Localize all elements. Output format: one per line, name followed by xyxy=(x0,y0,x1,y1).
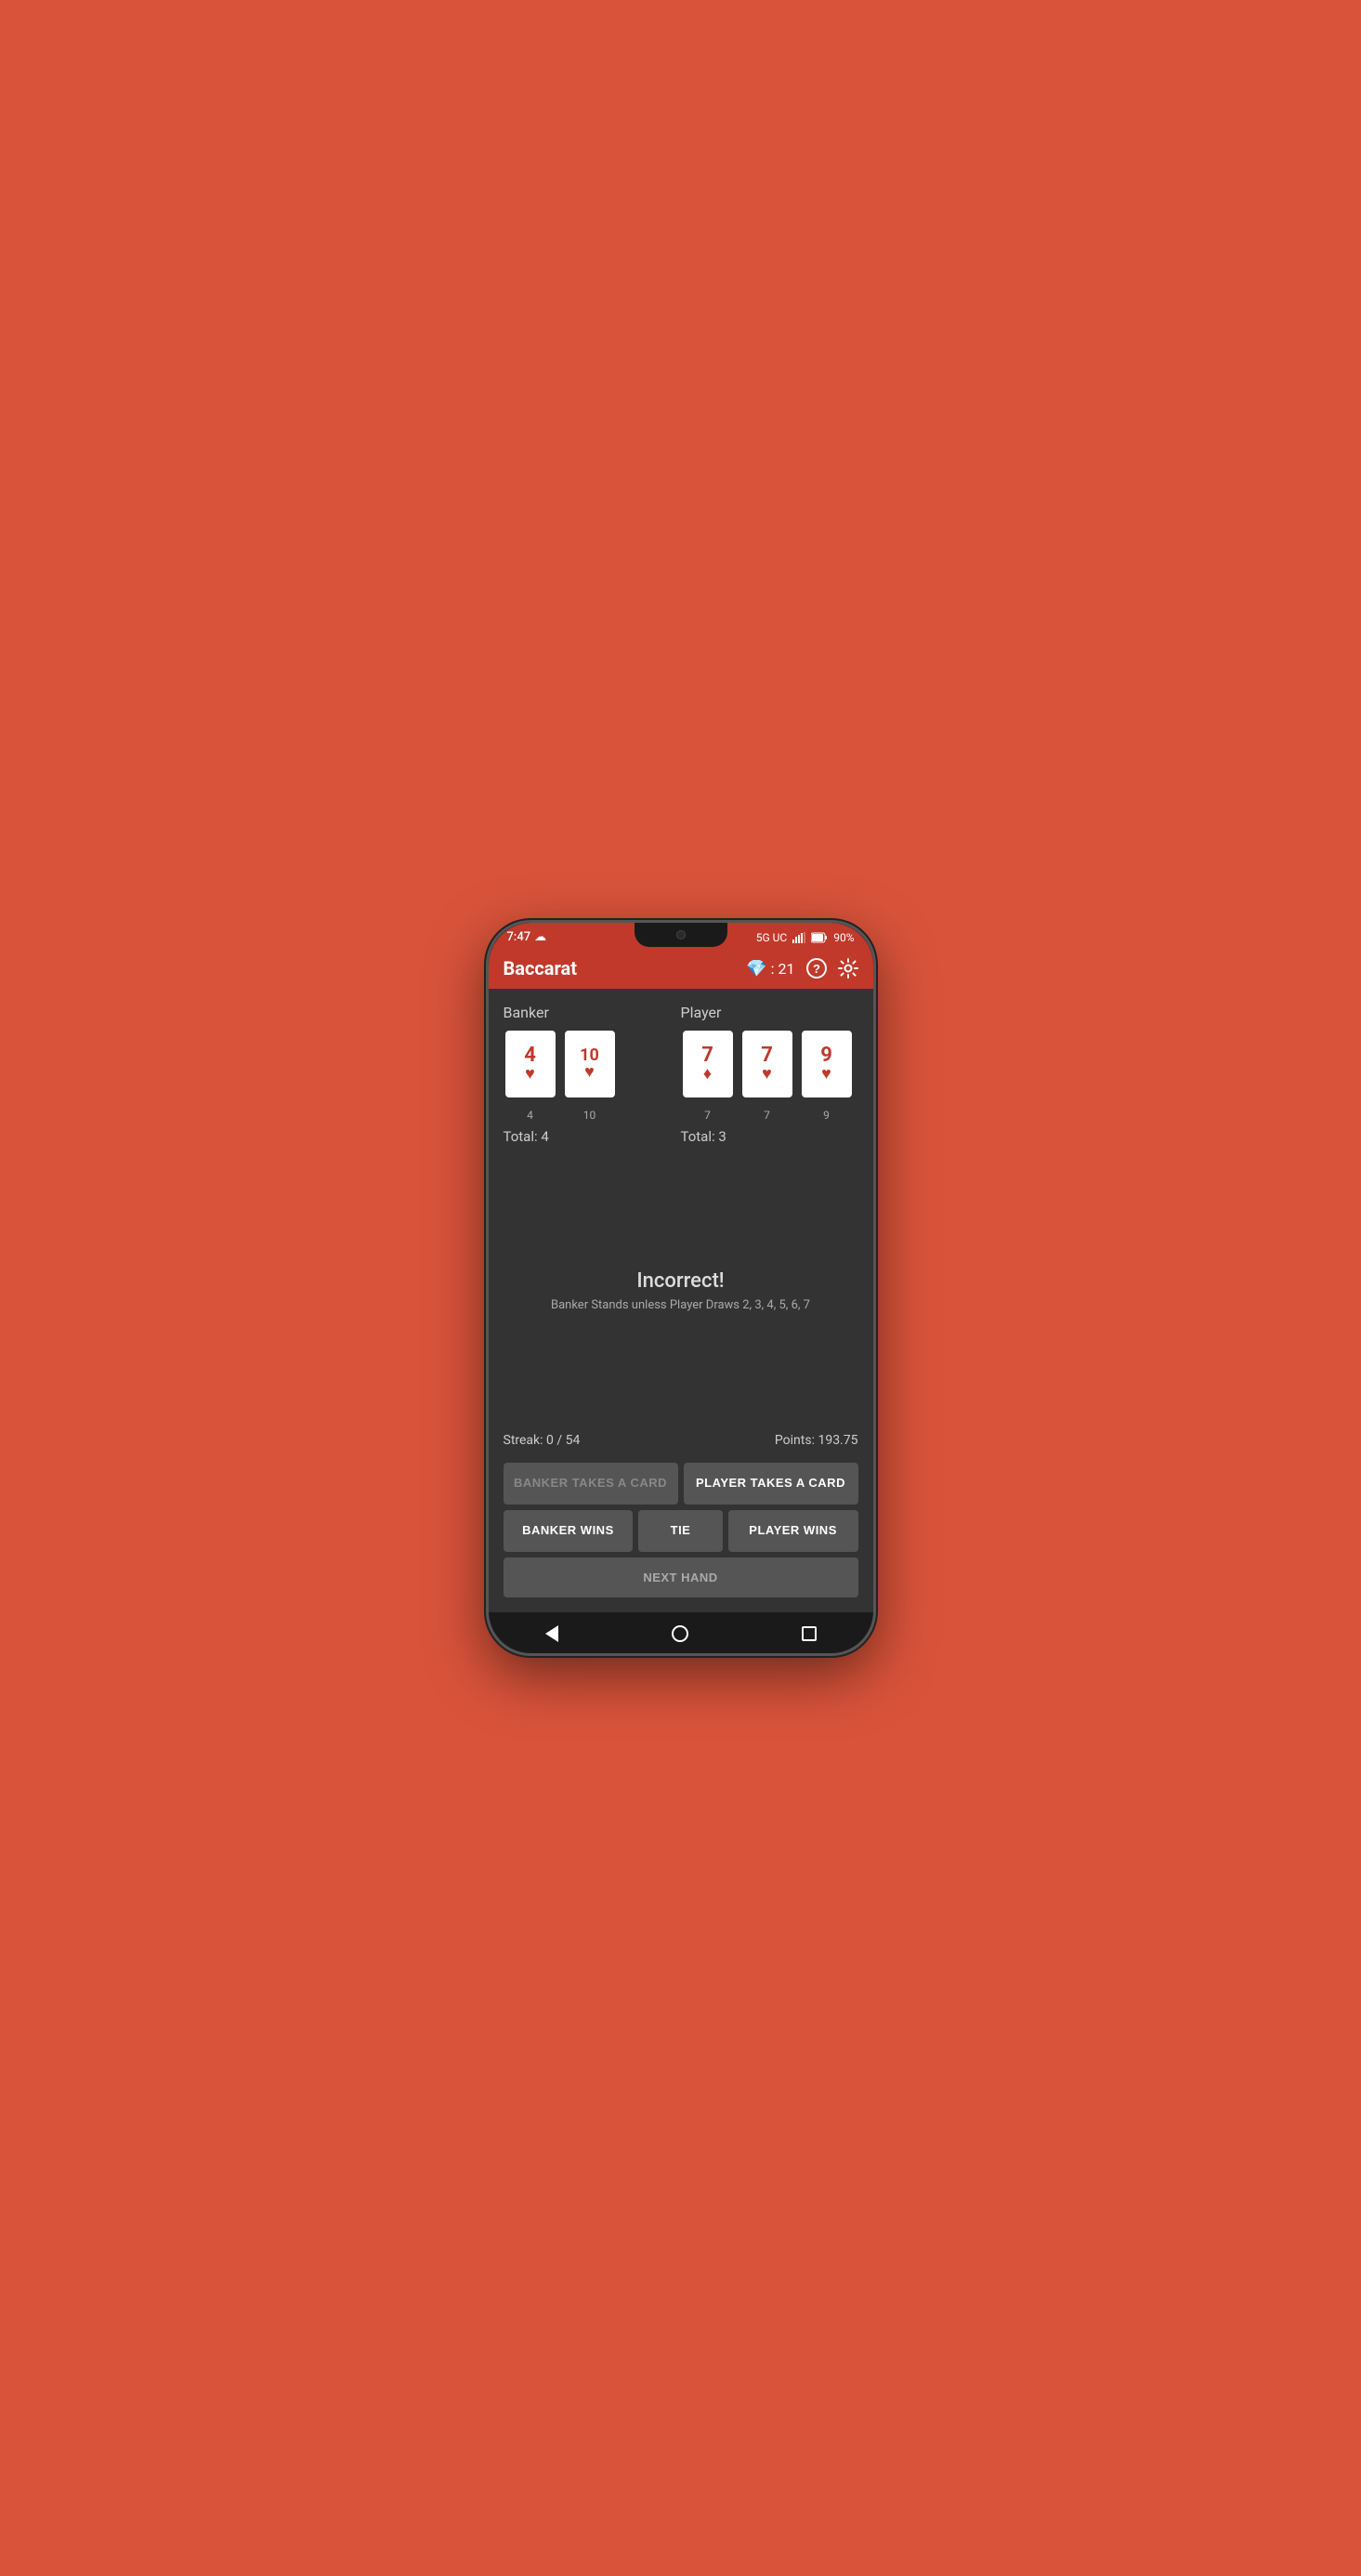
points-display: Points: 193.75 xyxy=(775,1433,858,1448)
tie-button[interactable]: TIE xyxy=(638,1510,722,1552)
banker-card-labels: 4 10 xyxy=(504,1105,681,1123)
banker-total: Total: 4 xyxy=(504,1128,681,1145)
back-button[interactable] xyxy=(527,1622,577,1646)
player-card-1: 7 ♦ xyxy=(681,1029,735,1099)
gem-score: 💎 : 21 xyxy=(746,959,794,979)
battery-percentage: 90% xyxy=(833,931,854,944)
back-icon xyxy=(545,1625,558,1642)
recent-button[interactable] xyxy=(783,1623,835,1645)
result-section: Incorrect! Banker Stands unless Player D… xyxy=(504,1156,858,1426)
player-card-3: 9 ♥ xyxy=(800,1029,854,1099)
main-content: Banker 4 ♥ 10 ♥ 4 xyxy=(489,989,873,1612)
home-button[interactable] xyxy=(653,1622,707,1646)
help-icon: ? xyxy=(806,958,827,979)
result-title: Incorrect! xyxy=(636,1269,724,1293)
action-buttons: BANKER TAKES A CARD PLAYER TAKES A CARD … xyxy=(504,1463,858,1597)
banker-cards: 4 ♥ 10 ♥ xyxy=(504,1029,681,1099)
player-takes-card-button[interactable]: PLAYER TAKES A CARD xyxy=(684,1463,858,1505)
result-subtitle: Banker Stands unless Player Draws 2, 3, … xyxy=(551,1298,810,1312)
banker-takes-card-button[interactable]: BANKER TAKES A CARD xyxy=(504,1463,678,1505)
player-card-2: 7 ♥ xyxy=(740,1029,794,1099)
app-bar-actions: 💎 : 21 ? xyxy=(746,958,857,979)
status-right: 5G UC 90% xyxy=(756,931,855,944)
hands-row: Banker 4 ♥ 10 ♥ 4 xyxy=(504,1004,858,1145)
home-icon xyxy=(672,1625,688,1642)
recent-icon xyxy=(802,1626,817,1641)
colon: : xyxy=(771,960,775,978)
banker-card-1: 4 ♥ xyxy=(504,1029,557,1099)
battery-icon xyxy=(811,932,828,943)
svg-text:?: ? xyxy=(813,962,820,976)
middle-button-row: BANKER WINS TIE PLAYER WINS xyxy=(504,1510,858,1552)
app-title: Baccarat xyxy=(504,957,577,979)
player-card-labels: 7 7 9 xyxy=(681,1105,858,1123)
camera xyxy=(676,930,686,940)
app-bar: Baccarat 💎 : 21 ? xyxy=(489,948,873,989)
player-total: Total: 3 xyxy=(681,1128,858,1145)
cloud-icon: ☁ xyxy=(534,930,546,944)
gem-icon: 💎 xyxy=(746,959,766,979)
time-display: 7:47 xyxy=(507,930,531,944)
streak-display: Streak: 0 / 54 xyxy=(504,1433,581,1448)
banker-section: Banker 4 ♥ 10 ♥ 4 xyxy=(504,1004,681,1145)
stats-row: Streak: 0 / 54 Points: 193.75 xyxy=(504,1426,858,1455)
top-button-row: BANKER TAKES A CARD PLAYER TAKES A CARD xyxy=(504,1463,858,1505)
player-wins-button[interactable]: PLAYER WINS xyxy=(728,1510,858,1552)
banker-wins-button[interactable]: BANKER WINS xyxy=(504,1510,634,1552)
network-indicator: 5G UC xyxy=(756,931,788,944)
signal-icon xyxy=(792,932,805,943)
help-button[interactable]: ? xyxy=(806,958,827,979)
next-hand-button[interactable]: NEXT HAND xyxy=(504,1557,858,1597)
player-cards: 7 ♦ 7 ♥ 9 ♥ xyxy=(681,1029,858,1099)
settings-icon xyxy=(838,958,858,979)
status-time: 7:47 ☁ xyxy=(507,930,547,944)
gem-count: 21 xyxy=(779,960,795,978)
banker-card-2: 10 ♥ xyxy=(563,1029,617,1099)
banker-label: Banker xyxy=(504,1004,681,1021)
nav-bar xyxy=(489,1612,873,1653)
player-label: Player xyxy=(681,1004,858,1021)
settings-button[interactable] xyxy=(838,958,858,979)
player-section: Player 7 ♦ 7 ♥ 9 ♥ xyxy=(681,1004,858,1145)
